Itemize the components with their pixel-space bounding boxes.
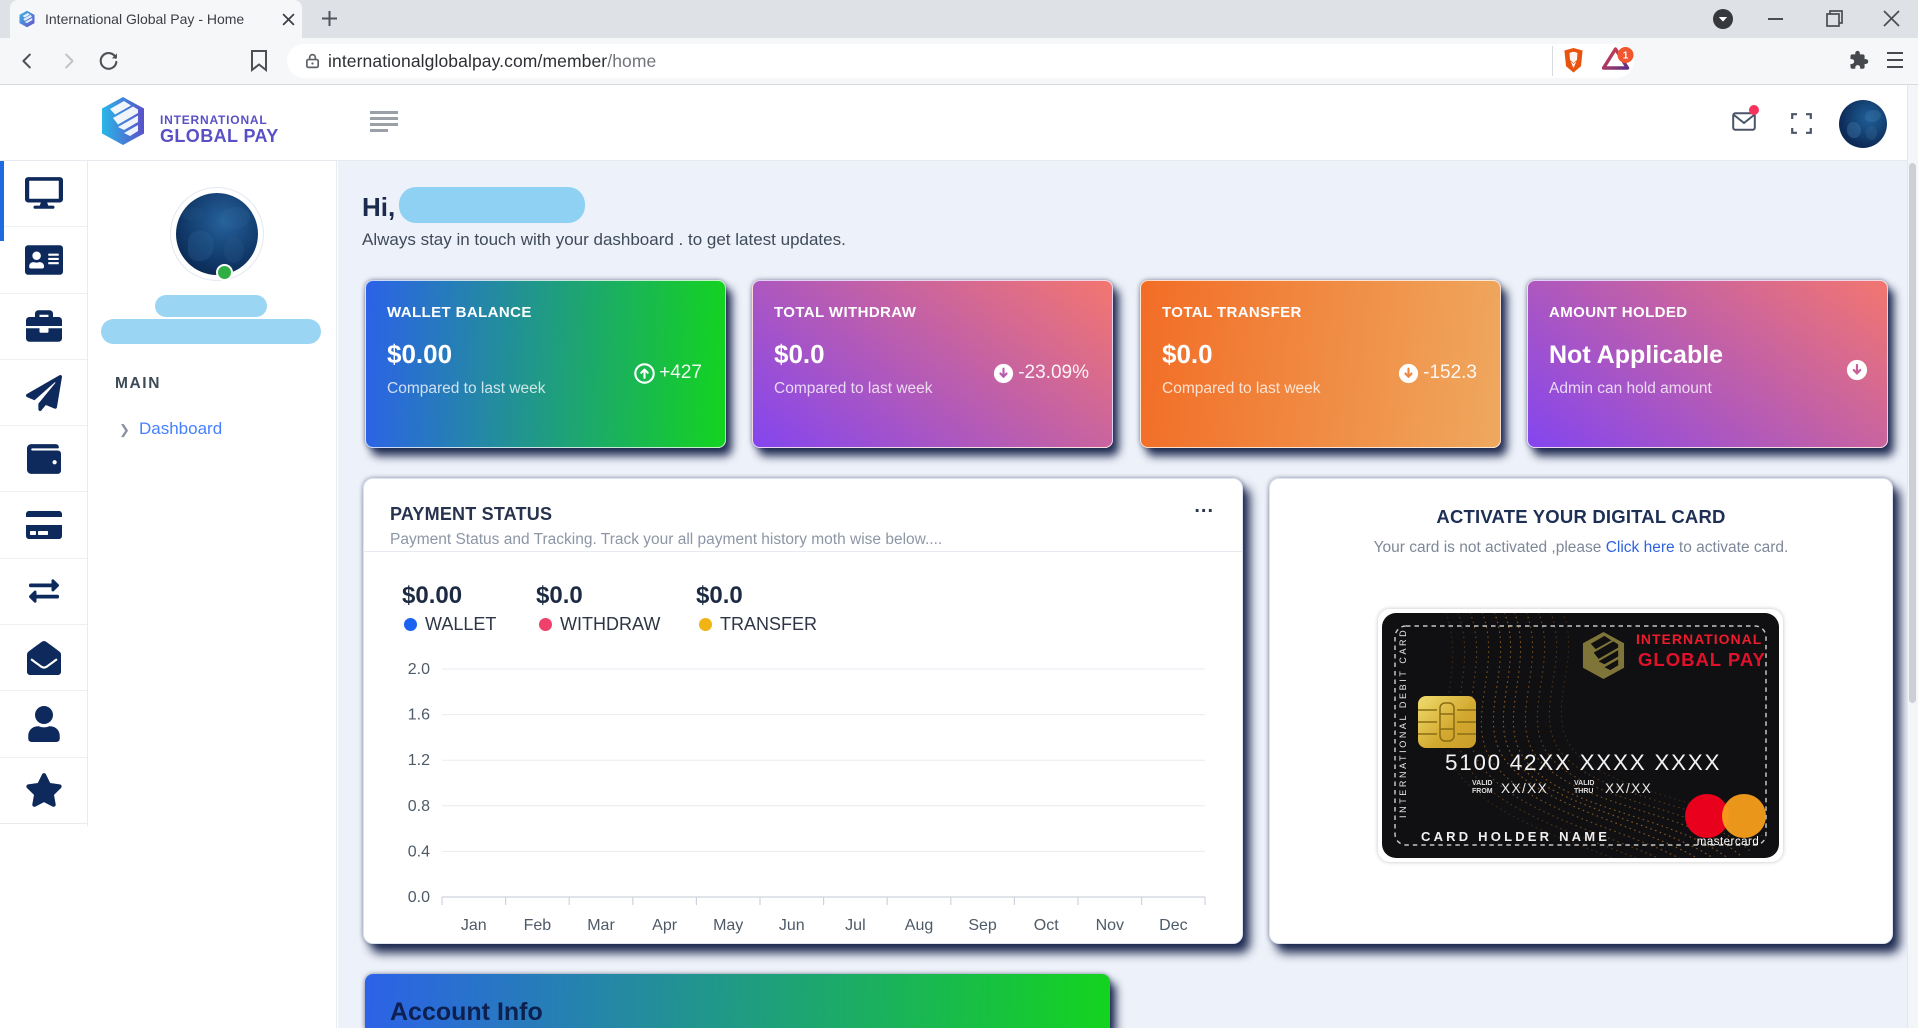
svg-text:INTERNATIONAL DEBIT CARD: INTERNATIONAL DEBIT CARD — [1398, 628, 1408, 818]
svg-text:1: 1 — [1623, 50, 1629, 61]
svg-text:May: May — [713, 917, 743, 934]
svg-text:Jul: Jul — [845, 917, 865, 934]
svg-text:1.2: 1.2 — [408, 752, 430, 769]
svg-text:2.0: 2.0 — [408, 661, 430, 678]
svg-text:Feb: Feb — [524, 917, 552, 934]
svg-text:Mar: Mar — [587, 917, 615, 934]
svg-text:Jun: Jun — [779, 917, 805, 934]
svg-text:Nov: Nov — [1096, 917, 1124, 934]
svg-text:1.6: 1.6 — [408, 707, 430, 724]
svg-text:Aug: Aug — [905, 917, 933, 934]
svg-text:0.0: 0.0 — [408, 889, 430, 906]
svg-text:0.8: 0.8 — [408, 798, 430, 815]
svg-text:0.4: 0.4 — [408, 843, 430, 860]
svg-text:Oct: Oct — [1034, 917, 1059, 934]
svg-text:Jan: Jan — [461, 917, 487, 934]
svg-text:Sep: Sep — [968, 917, 997, 934]
svg-text:Dec: Dec — [1159, 917, 1187, 934]
svg-text:Apr: Apr — [652, 917, 678, 934]
